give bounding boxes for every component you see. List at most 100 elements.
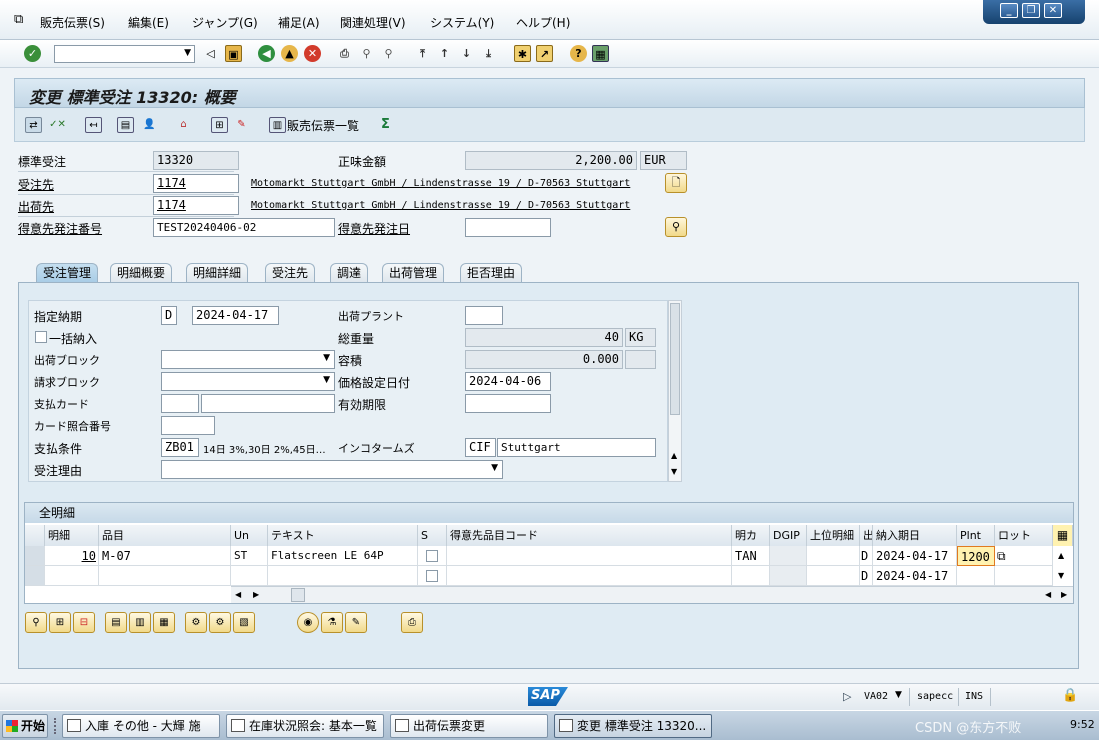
order-reason-dropdown[interactable]: ▼ bbox=[161, 460, 503, 479]
menu-help[interactable]: ヘルプ(H) bbox=[516, 14, 570, 31]
date-type-cell[interactable]: D bbox=[860, 546, 873, 566]
chevron-down-icon[interactable]: ▼ bbox=[323, 353, 330, 363]
menu-environment[interactable]: 関連処理(V) bbox=[340, 14, 406, 31]
valid-to-field[interactable] bbox=[465, 394, 551, 413]
close-button[interactable]: ✕ bbox=[1044, 3, 1062, 18]
find-icon[interactable]: ⚲ bbox=[358, 45, 375, 62]
conditions-icon[interactable]: ⚗ bbox=[321, 612, 343, 633]
command-field[interactable]: ▼ bbox=[54, 45, 195, 63]
chevron-down-icon[interactable]: ▼ bbox=[184, 48, 191, 58]
payment-card-type-field[interactable] bbox=[161, 394, 199, 413]
configuration-icon[interactable]: ⚙ bbox=[185, 612, 207, 633]
taskbar-item[interactable]: 入庫 その他 - 大輝 施 bbox=[62, 714, 220, 738]
last-page-icon[interactable]: ⤓ bbox=[480, 45, 497, 62]
menu-extras[interactable]: 補足(A) bbox=[278, 14, 320, 31]
item-detail-icon[interactable]: ⚲ bbox=[25, 612, 47, 633]
date-type-cell[interactable]: D bbox=[860, 566, 873, 586]
restore-button[interactable]: ❐ bbox=[1022, 3, 1040, 18]
item-category-cell[interactable]: TAN bbox=[732, 546, 770, 566]
column-header-delivery-date[interactable]: 納入期日 bbox=[873, 525, 957, 546]
insert-row-icon[interactable]: ⊞ bbox=[49, 612, 71, 633]
tab-item-detail[interactable]: 明細詳細 bbox=[186, 263, 249, 282]
status-dropdown-icon[interactable]: ▼ bbox=[895, 690, 902, 700]
cancel-icon[interactable]: ✕ bbox=[304, 45, 321, 62]
taskbar-item[interactable]: 在庫状況照会: 基本一覧 bbox=[226, 714, 384, 738]
sold-to-description[interactable]: Motomarkt Stuttgart GmbH / Lindenstrasse… bbox=[251, 178, 630, 189]
copy-icon[interactable]: ⧉ bbox=[997, 546, 1006, 565]
scroll-right-icon[interactable]: ▶ bbox=[253, 590, 259, 599]
tab-procurement[interactable]: 調達 bbox=[330, 263, 369, 282]
batch-cell[interactable]: ⧉ bbox=[995, 546, 1053, 566]
deselect-all-icon[interactable]: ▦ bbox=[153, 612, 175, 633]
card-verification-field[interactable] bbox=[161, 416, 215, 435]
column-header-dgip[interactable]: DGIP bbox=[770, 525, 807, 546]
copy-icon[interactable]: ↤ bbox=[85, 117, 102, 133]
menu-goto[interactable]: ジャンプ(G) bbox=[192, 14, 258, 31]
table-scroll-down-icon[interactable]: ▼ bbox=[1058, 571, 1064, 580]
scrollbar-thumb[interactable] bbox=[670, 303, 680, 415]
ship-to-label[interactable]: 出荷先 bbox=[18, 198, 54, 215]
item-checkbox[interactable] bbox=[426, 570, 438, 582]
menu-sales-document[interactable]: 販売伝票(S) bbox=[40, 14, 105, 31]
layout-icon[interactable]: ▦ bbox=[592, 45, 609, 62]
edit-icon[interactable]: ✎ bbox=[345, 612, 367, 633]
column-header-customer-material[interactable]: 得意先品目コード bbox=[447, 525, 732, 546]
quicklaunch-icon[interactable] bbox=[54, 718, 62, 734]
complete-delivery-checkbox[interactable] bbox=[35, 331, 47, 343]
customer-po-field[interactable]: TEST20240406-02 bbox=[153, 218, 335, 237]
menu-system[interactable]: システム(Y) bbox=[430, 14, 494, 31]
first-page-icon[interactable]: ⤒ bbox=[414, 45, 431, 62]
higher-item-cell[interactable] bbox=[807, 546, 860, 566]
text-cell[interactable] bbox=[268, 566, 418, 586]
req-date-type-field[interactable]: D bbox=[161, 306, 177, 325]
pricing-date-field[interactable]: 2024-04-06 bbox=[465, 372, 551, 391]
delivery-block-dropdown[interactable]: ▼ bbox=[161, 350, 335, 369]
sold-to-label[interactable]: 受注先 bbox=[18, 176, 54, 193]
customer-po-label[interactable]: 得意先発注番号 bbox=[18, 220, 102, 237]
incoterms-field[interactable]: CIF bbox=[465, 438, 496, 457]
payment-card-number-field[interactable] bbox=[201, 394, 335, 413]
display-detail-icon[interactable]: ⚲ bbox=[665, 217, 687, 237]
scroll-right-icon[interactable]: ▶ bbox=[1061, 590, 1067, 599]
select-all-icon[interactable]: ▤ bbox=[105, 612, 127, 633]
scroll-down-icon[interactable]: ▼ bbox=[671, 467, 677, 476]
partner-icon[interactable]: 👤 bbox=[141, 117, 158, 133]
column-header-item[interactable]: 明細 bbox=[45, 525, 99, 546]
row-selector[interactable] bbox=[25, 566, 45, 586]
sap-menu-icon[interactable]: ⧉ bbox=[14, 12, 23, 27]
delete-check-icon[interactable]: ✓✕ bbox=[49, 117, 66, 133]
delivery-plant-field[interactable] bbox=[465, 306, 503, 325]
prev-arrow-icon[interactable]: ◁ bbox=[202, 45, 219, 62]
s-cell[interactable] bbox=[418, 546, 447, 566]
lock-icon[interactable]: 🔒 bbox=[1062, 688, 1078, 703]
order-list-button[interactable]: 販売伝票一覧 bbox=[287, 117, 359, 134]
right-horizontal-scrollbar[interactable]: ◀ ▶ bbox=[291, 586, 1073, 603]
column-settings-icon[interactable]: ▦ bbox=[1053, 525, 1073, 546]
enter-check-icon[interactable]: ✓ bbox=[24, 45, 41, 62]
column-header-s[interactable]: S bbox=[418, 525, 447, 546]
customer-material-cell[interactable] bbox=[447, 546, 732, 566]
text-cell[interactable]: Flatscreen LE 64P bbox=[268, 546, 418, 566]
column-header-batch[interactable]: ロット bbox=[995, 525, 1053, 546]
unit-cell[interactable] bbox=[231, 566, 268, 586]
next-page-icon[interactable]: ↓ bbox=[458, 45, 475, 62]
item-number-cell[interactable]: 10 bbox=[45, 546, 99, 566]
exit-icon[interactable]: ▲ bbox=[281, 45, 298, 62]
save-icon[interactable]: ▣ bbox=[225, 45, 242, 62]
material-cell[interactable]: M-07 bbox=[99, 546, 231, 566]
find-next-icon[interactable]: ⚲ bbox=[380, 45, 397, 62]
display-change-icon[interactable]: ⇄ bbox=[25, 117, 42, 133]
tab-sales[interactable]: 受注管理 bbox=[36, 263, 99, 282]
status-play-icon[interactable]: ▷ bbox=[843, 690, 851, 703]
document-icon[interactable]: 🗋 bbox=[665, 173, 687, 193]
tab-ordering-party[interactable]: 受注先 bbox=[265, 263, 316, 282]
order-list-icon[interactable]: ▥ bbox=[269, 117, 286, 133]
column-header-date-type[interactable]: 出 bbox=[860, 525, 873, 546]
plant-cell[interactable]: 1200 bbox=[957, 546, 995, 566]
row-selector[interactable] bbox=[25, 546, 45, 566]
payment-terms-field[interactable]: ZB01 bbox=[161, 438, 199, 457]
taskbar-item-active[interactable]: 変更 標準受注 13320... bbox=[554, 714, 712, 738]
left-horizontal-scrollbar[interactable]: ◀ ▶ bbox=[231, 586, 291, 603]
document-flow-icon[interactable]: ⊞ bbox=[211, 117, 228, 133]
column-header-material[interactable]: 品目 bbox=[99, 525, 231, 546]
